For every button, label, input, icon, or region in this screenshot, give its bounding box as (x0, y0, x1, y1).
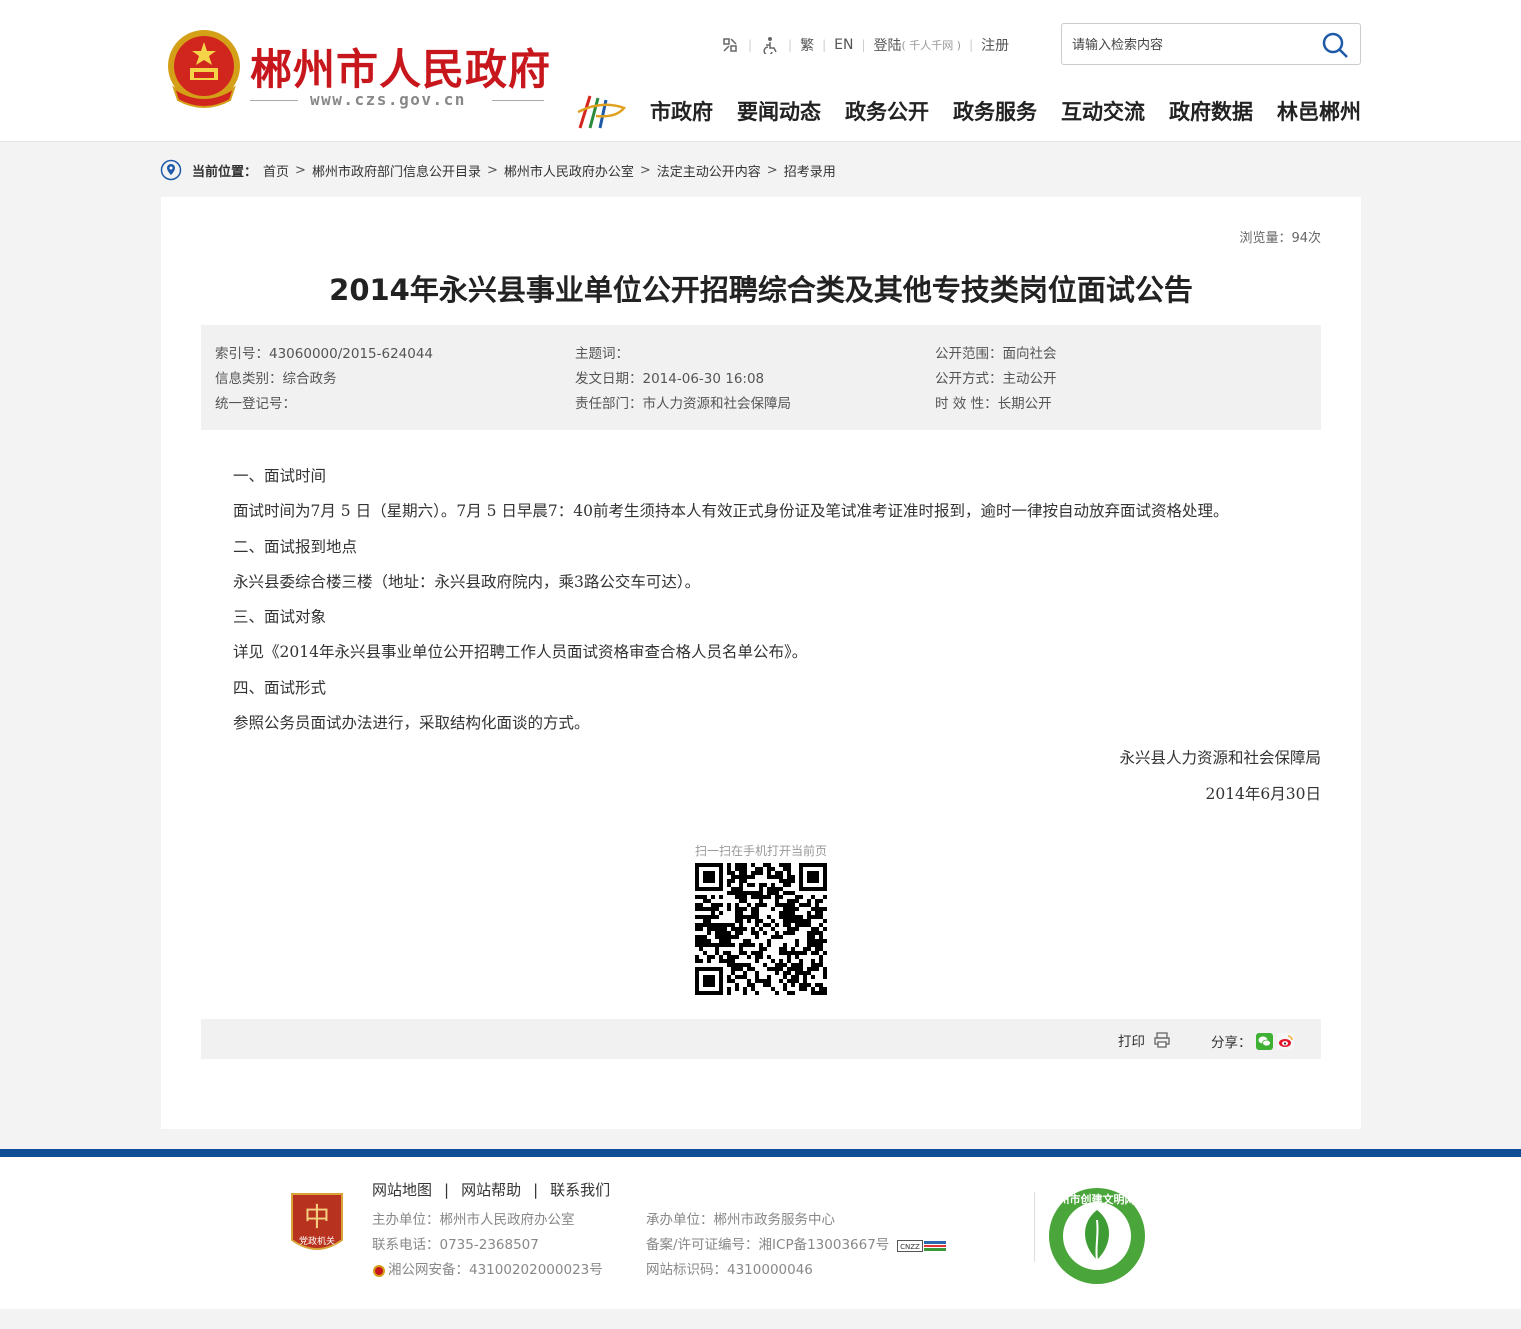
civil-website-badge-icon[interactable]: 郴州市创建文明网站 (1047, 1186, 1147, 1286)
login-link[interactable]: 登陆 (874, 35, 902, 55)
nav-item-open-gov[interactable]: 政务公开 (845, 96, 929, 126)
meta-reg-no: 统一登记号： (215, 396, 296, 412)
section-heading: 四、面试形式 (233, 678, 327, 697)
article-meta: 索引号：43060000/2015-624044 信息类别：综合政务 统一登记号… (201, 325, 1321, 430)
breadcrumb-dept-catalog[interactable]: 郴州市政府部门信息公开目录 (312, 161, 481, 180)
url-divider-left (250, 100, 298, 101)
svg-text:中: 中 (304, 1203, 330, 1233)
footer-link-help[interactable]: 网站帮助 (461, 1179, 521, 1200)
nav-item-gov-data[interactable]: 政府数据 (1169, 96, 1253, 126)
footer-info-right: 承办单位：郴州市政务服务中心 备案/许可证编号：湘ICP备13003667号 C… (646, 1208, 947, 1283)
weibo-icon[interactable] (1276, 1032, 1294, 1050)
nav-item-linyi-chenzhou[interactable]: 林邑郴州 (1277, 96, 1361, 126)
section-heading: 二、面试报到地点 (233, 537, 358, 556)
meta-scope: 公开范围：面向社会 (935, 346, 1057, 362)
footer-info-left: 主办单位：郴州市人民政府办公室 联系电话：0735-2368507 湘公网安备：… (372, 1208, 603, 1283)
section-heading: 三、面试对象 (233, 608, 327, 627)
nav-item-interaction[interactable]: 互动交流 (1061, 96, 1145, 126)
police-badge-icon (373, 1264, 385, 1277)
party-gov-badge-icon[interactable]: 中 党政机关 (290, 1192, 344, 1258)
paragraph: 永兴县委综合楼三楼（地址：永兴县政府院内，乘3路公交车可达）。 (233, 572, 701, 591)
footer-vertical-divider (1034, 1192, 1035, 1262)
meta-validity: 时 效 性：长期公开 (935, 396, 1052, 412)
footer-icp[interactable]: 备案/许可证编号：湘ICP备13003667号 (646, 1233, 889, 1258)
paragraph: 面试时间为7月 5 日（星期六）。7月 5 日早晨7：40前考生须持本人有效正式… (233, 502, 1229, 521)
svg-text:CNZZ: CNZZ (900, 1243, 920, 1251)
nav-item-news[interactable]: 要闻动态 (737, 96, 821, 126)
nav-item-services[interactable]: 政务服务 (953, 96, 1037, 126)
footer-link-contact[interactable]: 联系我们 (550, 1179, 610, 1200)
footer-links: 网站地图 | 网站帮助 | 联系我们 (372, 1179, 611, 1200)
traditional-chinese-link[interactable]: 繁 (800, 35, 814, 55)
meta-subject: 主题词： (575, 346, 629, 362)
footer-operator: 承办单位：郴州市政务服务中心 (646, 1212, 835, 1228)
breadcrumb-separator: > (295, 162, 306, 178)
national-emblem-icon[interactable] (164, 28, 244, 112)
view-count: 浏览量：94次 (1239, 231, 1321, 246)
section-heading: 一、面试时间 (233, 467, 327, 485)
civil-badge-text: 郴州市创建文明网站 (1048, 1192, 1147, 1206)
english-link[interactable]: EN (834, 37, 853, 53)
site-header: 郴州市人民政府 www.czs.gov.cn | | 繁 | EN | 登陆 (… (0, 0, 1521, 142)
badge-text: 党政机关 (299, 1235, 335, 1247)
breadcrumb-recruitment[interactable]: 招考录用 (784, 161, 836, 180)
share-label: 分享： (1211, 1035, 1252, 1051)
breadcrumb: 当前位置： 首页 > 郴州市政府部门信息公开目录 > 郴州市人民政府办公室 > … (160, 158, 836, 182)
meta-department: 责任部门：市人力资源和社会保障局 (575, 396, 791, 412)
print-label: 打印 (1118, 1034, 1145, 1050)
footer-phone: 联系电话：0735-2368507 (372, 1237, 539, 1253)
print-button[interactable]: 打印 (1118, 1030, 1171, 1050)
top-links: | | 繁 | EN | 登陆 ( 千人千网 ) | 注册 (720, 34, 1009, 56)
sign-date: 2014年6月30日 (1205, 784, 1321, 803)
signature: 永兴县人力资源和社会保障局 (1119, 749, 1321, 768)
footer-police-row: 湘公网安备：43100202000023号 (372, 1258, 603, 1283)
accessibility-icon[interactable] (760, 35, 780, 55)
paragraph: 详见《2014年永兴县事业单位公开招聘工作人员面试资格审查合格人员名单公布》。 (233, 643, 808, 662)
meta-category: 信息类别：综合政务 (215, 371, 337, 387)
register-link[interactable]: 注册 (981, 35, 1009, 55)
breadcrumb-statutory[interactable]: 法定主动公开内容 (657, 161, 761, 180)
breadcrumb-home[interactable]: 首页 (263, 161, 289, 180)
site-url: www.czs.gov.cn (310, 90, 466, 109)
site-name[interactable]: 郴州市人民政府 (250, 36, 551, 97)
meta-date: 发文日期：2014-06-30 16:08 (575, 371, 765, 387)
article-card: 浏览量：94次 2014年永兴县事业单位公开招聘综合类及其他专技类岗位面试公告 … (161, 197, 1361, 1129)
breadcrumb-label: 当前位置： (192, 164, 258, 180)
breadcrumb-separator: > (766, 162, 778, 178)
nav-item-city-gov[interactable]: 市政府 (650, 96, 713, 126)
icp-badge-icon: CNZZ (897, 1239, 947, 1252)
footer-sponsor: 主办单位：郴州市人民政府办公室 (372, 1212, 575, 1228)
share-bar: 打印 分享： (201, 1019, 1321, 1059)
search-box (1061, 23, 1361, 65)
article-body: 一、面试时间 面试时间为7月 5 日（星期六）。7月 5 日早晨7：40前考生须… (233, 462, 1323, 815)
printer-icon (1154, 1032, 1170, 1048)
qr-label: 扫一扫在手机打开当前页 (694, 844, 827, 858)
search-icon[interactable] (1320, 30, 1350, 60)
footer-divider (0, 1149, 1521, 1157)
site-footer: 中 党政机关 网站地图 | 网站帮助 | 联系我们 主办单位：郴州市人民政府办公… (0, 1157, 1521, 1309)
meta-index-no: 索引号：43060000/2015-624044 (215, 346, 434, 362)
main-nav: 市政府 要闻动态 政务公开 政务服务 互动交流 政府数据 林邑郴州 (650, 96, 1361, 126)
breadcrumb-office[interactable]: 郴州市人民政府办公室 (504, 161, 634, 180)
breadcrumb-separator: > (639, 162, 651, 178)
wechat-icon[interactable] (1255, 1032, 1273, 1050)
footer-site-id: 网站标识码：4310000046 (646, 1262, 813, 1278)
qr-code-icon (695, 863, 827, 995)
footer-icp-row: 备案/许可证编号：湘ICP备13003667号 CNZZ (646, 1233, 947, 1258)
footer-police[interactable]: 湘公网安备：43100202000023号 (388, 1258, 603, 1283)
footer-bottom-strip (0, 1309, 1521, 1329)
breadcrumb-separator: > (486, 162, 498, 178)
city-logo-icon (577, 95, 627, 129)
search-input[interactable] (1072, 34, 1312, 56)
share-group: 分享： (1211, 1031, 1294, 1051)
paragraph: 参照公务员面试办法进行，采取结构化面谈的方式。 (233, 714, 590, 733)
location-pin-icon (160, 159, 182, 181)
meta-method: 公开方式：主动公开 (935, 371, 1057, 387)
elder-mode-icon[interactable] (720, 35, 740, 55)
url-divider-right (492, 100, 544, 101)
footer-link-sitemap[interactable]: 网站地图 (372, 1179, 432, 1200)
article-title: 2014年永兴县事业单位公开招聘综合类及其他专技类岗位面试公告 (329, 273, 1193, 307)
login-note: ( 千人千网 ) (901, 39, 962, 52)
